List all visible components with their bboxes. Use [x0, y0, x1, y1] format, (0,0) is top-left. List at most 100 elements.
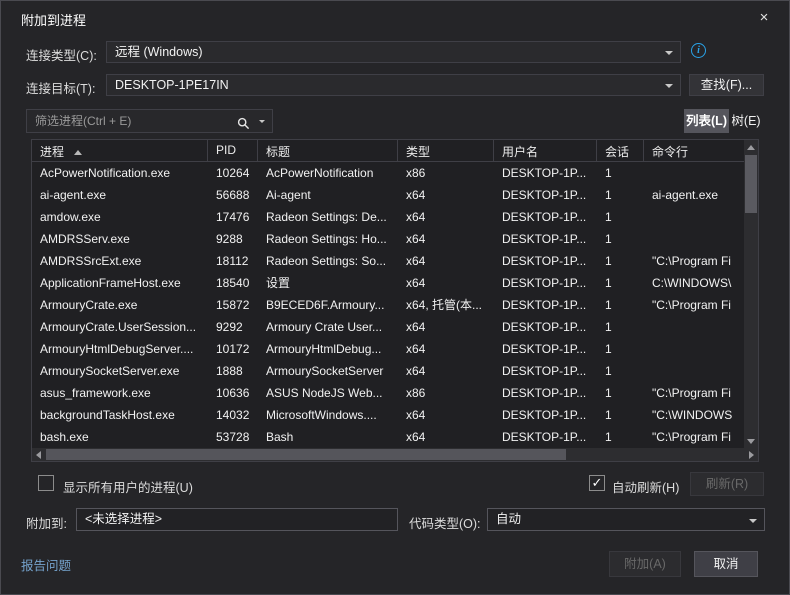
view-list-button[interactable]: 列表(L)	[684, 109, 729, 133]
cell-session: 1	[597, 316, 644, 338]
table-row[interactable]: ai-agent.exe 56688 Ai-agent x64 DESKTOP-…	[32, 184, 744, 206]
cell-process: ArmouryCrate.UserSession...	[32, 316, 208, 338]
cell-cmdline	[644, 228, 744, 250]
cell-cmdline	[644, 360, 744, 382]
close-icon[interactable]: ×	[753, 7, 775, 29]
cell-title: ASUS NodeJS Web...	[258, 382, 398, 404]
chevron-down-icon	[665, 84, 673, 88]
cell-type: x64	[398, 426, 494, 448]
cell-session: 1	[597, 184, 644, 206]
cell-type: x64, 托管(本...	[398, 294, 494, 316]
cell-cmdline: "C:\Program Fi	[644, 382, 744, 404]
code-type-dropdown[interactable]: 自动	[487, 508, 765, 531]
column-header-cmdline[interactable]: 命令行	[644, 140, 744, 161]
column-header-pid[interactable]: PID	[208, 140, 258, 161]
table-row[interactable]: ApplicationFrameHost.exe 18540 设置 x64 DE…	[32, 272, 744, 294]
show-all-users-label: 显示所有用户的进程(U)	[63, 477, 193, 496]
cell-type: x64	[398, 404, 494, 426]
chevron-down-icon[interactable]	[259, 120, 265, 123]
cell-cmdline	[644, 338, 744, 360]
table-row[interactable]: AMDRSSrcExt.exe 18112 Radeon Settings: S…	[32, 250, 744, 272]
table-row[interactable]: AcPowerNotification.exe 10264 AcPowerNot…	[32, 162, 744, 184]
cell-pid: 53728	[208, 426, 258, 448]
dialog-title: 附加到进程	[21, 10, 86, 29]
scroll-up-icon[interactable]	[747, 145, 755, 150]
cell-title: AcPowerNotification	[258, 162, 398, 184]
vertical-scrollbar[interactable]	[744, 140, 758, 448]
cell-process: ArmouryCrate.exe	[32, 294, 208, 316]
cell-type: x64	[398, 338, 494, 360]
vertical-scrollbar-thumb[interactable]	[745, 155, 757, 213]
connection-type-dropdown[interactable]: 远程 (Windows)	[106, 41, 681, 63]
cell-title: Radeon Settings: De...	[258, 206, 398, 228]
cell-cmdline: "C:\Program Fi	[644, 294, 744, 316]
table-row[interactable]: AMDRSServ.exe 9288 Radeon Settings: Ho..…	[32, 228, 744, 250]
cell-cmdline	[644, 206, 744, 228]
code-type-value: 自动	[496, 512, 521, 526]
column-header-session[interactable]: 会话	[597, 140, 644, 161]
cell-session: 1	[597, 162, 644, 184]
cell-pid: 9292	[208, 316, 258, 338]
cell-user: DESKTOP-1P...	[494, 162, 597, 184]
column-header-title[interactable]: 标题	[258, 140, 398, 161]
attach-button[interactable]: 附加(A)	[609, 551, 681, 577]
table-row[interactable]: asus_framework.exe 10636 ASUS NodeJS Web…	[32, 382, 744, 404]
column-header-type[interactable]: 类型	[398, 140, 494, 161]
cell-session: 1	[597, 426, 644, 448]
connection-target-dropdown[interactable]: DESKTOP-1PE17IN	[106, 74, 681, 96]
table-row[interactable]: ArmouryHtmlDebugServer.... 10172 Armoury…	[32, 338, 744, 360]
cell-pid: 17476	[208, 206, 258, 228]
cell-pid: 15872	[208, 294, 258, 316]
find-button[interactable]: 查找(F)...	[689, 74, 764, 96]
cell-process: ai-agent.exe	[32, 184, 208, 206]
horizontal-scrollbar-thumb[interactable]	[46, 449, 566, 460]
table-row[interactable]: ArmourySocketServer.exe 1888 ArmourySock…	[32, 360, 744, 382]
cell-pid: 10636	[208, 382, 258, 404]
table-row[interactable]: bash.exe 53728 Bash x64 DESKTOP-1P... 1 …	[32, 426, 744, 448]
info-icon[interactable]: i	[691, 43, 706, 58]
table-row[interactable]: ArmouryCrate.UserSession... 9292 Armoury…	[32, 316, 744, 338]
report-problem-link[interactable]: 报告问题	[21, 555, 71, 574]
refresh-button[interactable]: 刷新(R)	[690, 472, 764, 496]
cell-title: ArmouryHtmlDebug...	[258, 338, 398, 360]
table-row[interactable]: amdow.exe 17476 Radeon Settings: De... x…	[32, 206, 744, 228]
filter-placeholder: 筛选进程(Ctrl + E)	[35, 114, 131, 128]
cancel-button[interactable]: 取消	[694, 551, 758, 577]
cell-process: AMDRSSrcExt.exe	[32, 250, 208, 272]
connection-type-label: 连接类型(C):	[26, 45, 97, 64]
cell-user: DESKTOP-1P...	[494, 338, 597, 360]
table-row[interactable]: backgroundTaskHost.exe 14032 MicrosoftWi…	[32, 404, 744, 426]
column-header-user[interactable]: 用户名	[494, 140, 597, 161]
process-table: 进程 PID 标题 类型 用户名 会话 命令行 AcPowerNotificat…	[31, 139, 759, 462]
cell-process: amdow.exe	[32, 206, 208, 228]
cell-pid: 18540	[208, 272, 258, 294]
cell-type: x64	[398, 228, 494, 250]
cell-title: Radeon Settings: So...	[258, 250, 398, 272]
code-type-label: 代码类型(O):	[409, 513, 481, 532]
table-header: 进程 PID 标题 类型 用户名 会话 命令行	[32, 140, 744, 162]
cell-session: 1	[597, 360, 644, 382]
table-row[interactable]: ArmouryCrate.exe 15872 B9ECED6F.Armoury.…	[32, 294, 744, 316]
cell-session: 1	[597, 404, 644, 426]
cell-cmdline: C:\WINDOWS\	[644, 272, 744, 294]
connection-target-label: 连接目标(T):	[26, 78, 95, 97]
cell-user: DESKTOP-1P...	[494, 382, 597, 404]
auto-refresh-checkbox[interactable]: ✓	[589, 475, 605, 491]
scroll-left-icon[interactable]	[36, 451, 41, 459]
view-tree-button[interactable]: 树(E)	[731, 109, 761, 133]
cell-title: Bash	[258, 426, 398, 448]
scroll-right-icon[interactable]	[749, 451, 754, 459]
cell-type: x64	[398, 272, 494, 294]
filter-process-input[interactable]: 筛选进程(Ctrl + E)	[26, 109, 273, 133]
cell-session: 1	[597, 294, 644, 316]
cell-process: ApplicationFrameHost.exe	[32, 272, 208, 294]
search-icon[interactable]	[237, 115, 250, 137]
column-header-process[interactable]: 进程	[32, 140, 208, 161]
attach-to-label: 附加到:	[26, 513, 67, 532]
scroll-down-icon[interactable]	[747, 439, 755, 444]
show-all-users-checkbox[interactable]	[38, 475, 54, 491]
horizontal-scrollbar[interactable]	[32, 448, 758, 461]
cell-process: AcPowerNotification.exe	[32, 162, 208, 184]
attach-to-field[interactable]: <未选择进程>	[76, 508, 398, 531]
cell-title: 设置	[258, 272, 398, 294]
